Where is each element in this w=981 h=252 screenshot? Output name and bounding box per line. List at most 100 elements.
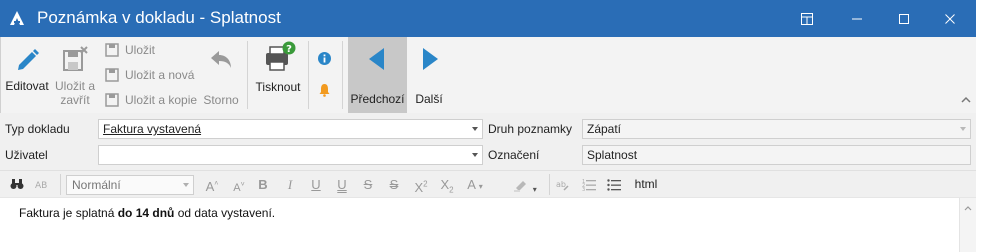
print-button[interactable]: ? Tisknout bbox=[252, 41, 304, 94]
superscript-icon: X2 bbox=[414, 180, 428, 196]
user-select[interactable] bbox=[98, 145, 483, 165]
undo-arrow-icon bbox=[211, 51, 231, 68]
bullet-list-button[interactable] bbox=[606, 176, 622, 193]
window-layout-icon bbox=[801, 12, 813, 25]
double-strikethrough-icon: S bbox=[389, 177, 399, 192]
save-close-button[interactable]: Uložit a zavřít bbox=[53, 45, 97, 107]
html-mode-button[interactable]: html bbox=[632, 176, 660, 193]
app-logo-icon bbox=[10, 11, 24, 25]
chevron-down-icon bbox=[472, 127, 478, 131]
toolbar-separator bbox=[549, 174, 550, 195]
find-button[interactable] bbox=[9, 176, 25, 193]
doc-type-select[interactable]: Faktura vystavená bbox=[98, 119, 483, 139]
ribbon-toolbar: Editovat Uložit a zavřít Uložit Uložit a… bbox=[0, 37, 976, 113]
font-color-icon: A ▾ bbox=[467, 177, 483, 192]
numbered-list-icon: 123 bbox=[582, 179, 596, 193]
chevron-down-icon bbox=[183, 183, 189, 187]
user-label: Uživatel bbox=[5, 148, 48, 162]
previous-button[interactable]: Předchozí bbox=[348, 45, 407, 106]
save-close-label-2: zavřít bbox=[60, 93, 90, 107]
svg-text:3: 3 bbox=[582, 187, 585, 192]
close-button[interactable] bbox=[928, 0, 972, 37]
editor-text-after: od data vystavení. bbox=[174, 206, 276, 220]
minimize-button[interactable] bbox=[835, 0, 879, 37]
shrink-font-icon: A˅ bbox=[233, 181, 245, 194]
editor-scrollbar[interactable] bbox=[959, 198, 976, 252]
subscript-button[interactable]: X2 bbox=[438, 176, 456, 195]
previous-label: Předchozí bbox=[350, 92, 405, 106]
save-new-button[interactable]: Uložit a nová bbox=[105, 67, 205, 83]
double-underline-icon: U bbox=[337, 177, 347, 192]
chevron-up-icon bbox=[961, 96, 971, 103]
note-kind-label: Druh poznamky bbox=[488, 122, 573, 136]
cancel-button[interactable]: Storno bbox=[201, 45, 241, 107]
underline-button[interactable]: U bbox=[309, 176, 323, 193]
subscript-icon: X2 bbox=[440, 177, 454, 195]
clear-format-button[interactable]: ab bbox=[555, 176, 571, 193]
save-copy-label: Uložit a kopie bbox=[125, 93, 198, 107]
italic-button[interactable]: I bbox=[283, 176, 297, 193]
next-button[interactable]: Další bbox=[411, 45, 447, 106]
toolbar-separator bbox=[60, 174, 61, 195]
highlight-color-button[interactable]: ▾ bbox=[505, 176, 545, 194]
note-kind-select[interactable]: Zápatí bbox=[582, 119, 971, 139]
edit-button[interactable]: Editovat bbox=[3, 45, 51, 93]
editor-text-bold: do 14 dnů bbox=[117, 206, 175, 220]
cancel-label: Storno bbox=[203, 93, 239, 107]
editor-toolbar: AB Normální A˄ A˅ B I U U S S X2 X2 A ▾ … bbox=[0, 170, 976, 197]
window-menu-button[interactable] bbox=[785, 0, 829, 37]
chevron-down-icon bbox=[960, 127, 966, 131]
printer-help-icon: ? bbox=[266, 41, 296, 71]
doc-type-value: Faktura vystavená bbox=[103, 122, 202, 136]
window-title: Poznámka v dokladu - Splatnost bbox=[37, 8, 281, 27]
underline-icon: U bbox=[311, 177, 321, 192]
numbered-list-button[interactable]: 123 bbox=[581, 176, 597, 193]
next-label: Další bbox=[415, 92, 443, 106]
italic-icon: I bbox=[287, 177, 293, 192]
designation-field[interactable]: Splatnost bbox=[582, 145, 971, 165]
svg-text:ab: ab bbox=[556, 180, 566, 189]
save-close-label-1: Uložit a bbox=[54, 79, 95, 93]
notification-button[interactable] bbox=[318, 83, 331, 100]
superscript-button[interactable]: X2 bbox=[412, 176, 430, 196]
highlighter-icon bbox=[514, 181, 527, 192]
title-bar: Poznámka v dokladu - Splatnost bbox=[0, 0, 976, 37]
note-form: Typ dokladu Faktura vystavená Druh pozna… bbox=[0, 113, 976, 170]
bullet-list-icon bbox=[607, 179, 621, 191]
collapse-ribbon-button[interactable] bbox=[960, 94, 972, 108]
grow-font-button[interactable]: A˄ bbox=[204, 176, 220, 195]
bold-button[interactable]: B bbox=[256, 176, 270, 193]
font-color-button[interactable]: A ▾ bbox=[462, 176, 488, 193]
paragraph-style-select[interactable]: Normální bbox=[66, 175, 194, 195]
maximize-icon bbox=[899, 13, 909, 24]
window-edge bbox=[976, 0, 981, 252]
html-label: html bbox=[634, 177, 658, 191]
close-icon bbox=[945, 13, 955, 24]
floppy-icon bbox=[105, 93, 119, 107]
grow-font-icon: A˄ bbox=[205, 179, 219, 195]
doc-type-label: Typ dokladu bbox=[5, 122, 70, 136]
double-underline-button[interactable]: U bbox=[335, 176, 349, 193]
shrink-font-button[interactable]: A˅ bbox=[231, 176, 247, 194]
minimize-icon bbox=[852, 18, 862, 19]
scroll-up-icon bbox=[964, 206, 972, 211]
replace-icon: AB bbox=[35, 181, 47, 191]
save-label: Uložit bbox=[125, 43, 156, 57]
designation-value: Splatnost bbox=[587, 148, 638, 162]
info-button[interactable] bbox=[317, 51, 332, 69]
maximize-button[interactable] bbox=[882, 0, 926, 37]
replace-button[interactable]: AB bbox=[34, 176, 50, 193]
save-new-label: Uložit a nová bbox=[125, 68, 195, 82]
save-button[interactable]: Uložit bbox=[105, 42, 195, 58]
clear-format-icon: ab bbox=[556, 180, 569, 191]
arrow-right-icon bbox=[423, 48, 438, 70]
rich-text-editor[interactable]: Faktura je splatná do 14 dnů od data vys… bbox=[0, 197, 976, 252]
save-copy-button[interactable]: Uložit a kopie bbox=[105, 92, 205, 108]
svg-text:AB: AB bbox=[35, 181, 47, 190]
ribbon-separator bbox=[308, 41, 309, 109]
double-strikethrough-button[interactable]: S bbox=[387, 176, 401, 193]
editor-content[interactable]: Faktura je splatná do 14 dnů od data vys… bbox=[19, 206, 275, 220]
strikethrough-button[interactable]: S bbox=[361, 176, 375, 193]
edit-label: Editovat bbox=[5, 79, 49, 93]
save-close-icon bbox=[63, 46, 88, 71]
